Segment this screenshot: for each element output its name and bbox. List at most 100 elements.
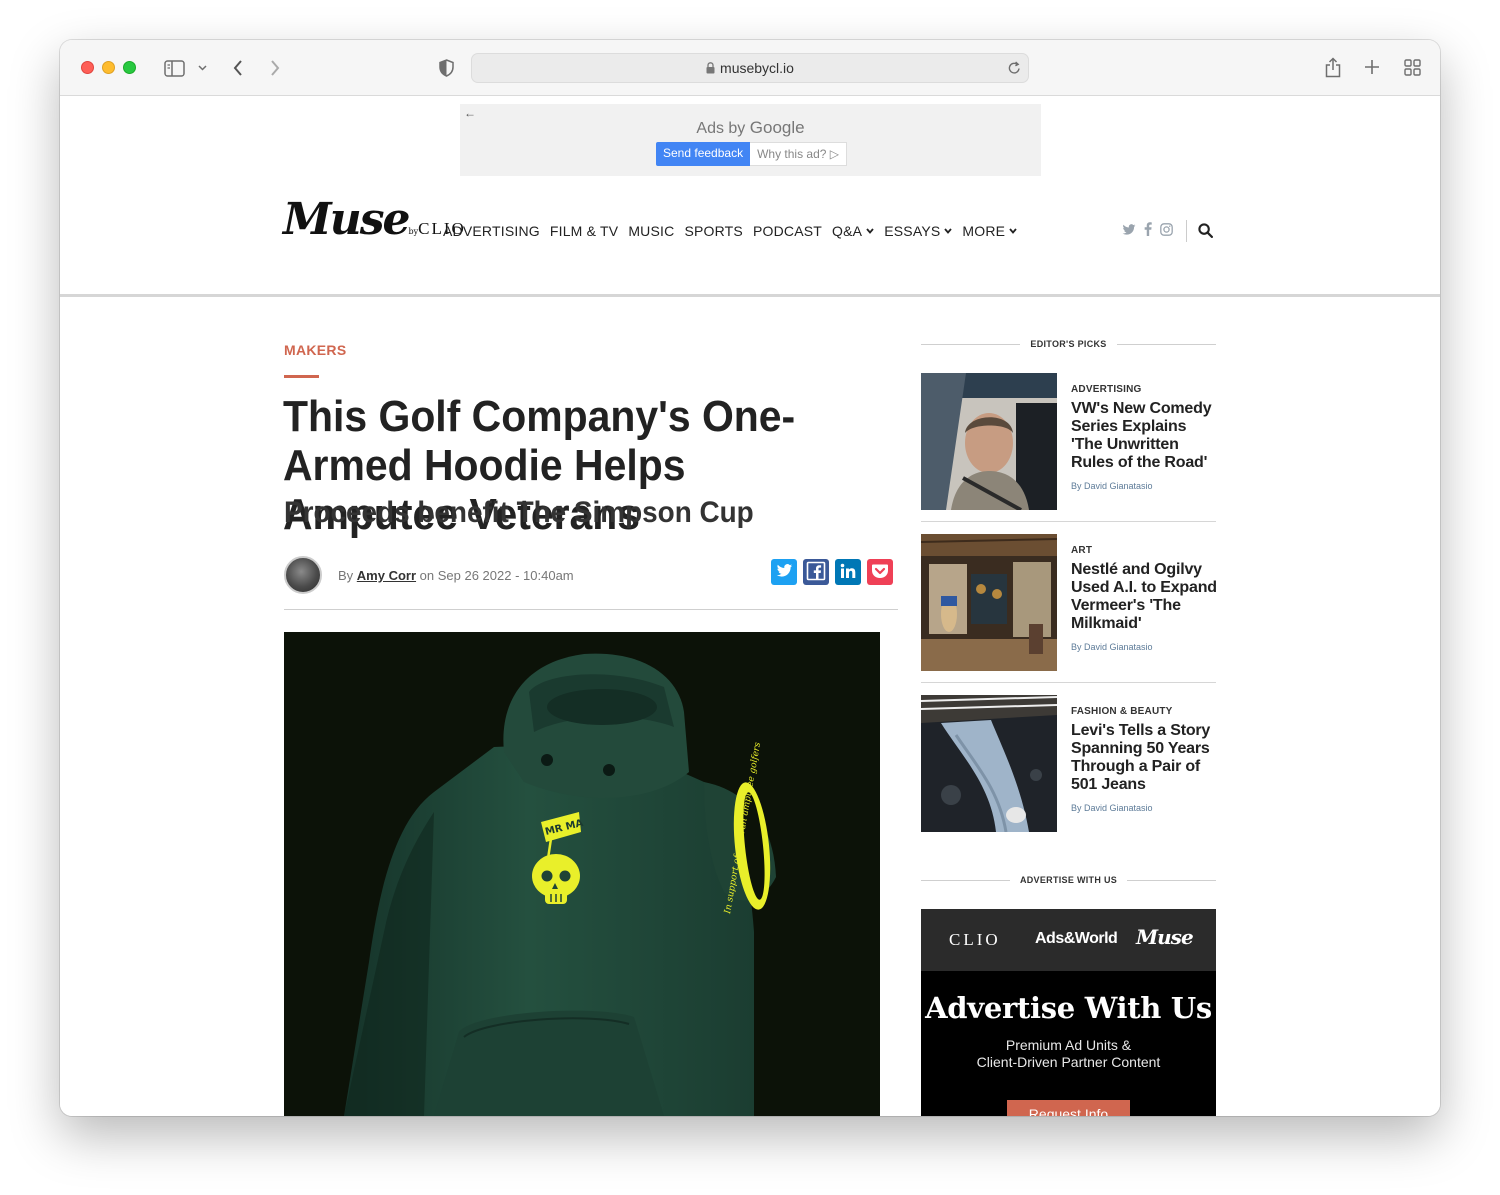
request-info-button[interactable]: Request Info	[1007, 1100, 1130, 1116]
nav-podcast[interactable]: PODCAST	[753, 223, 822, 239]
ad-title-prefix: Ads by	[696, 120, 746, 137]
article-byline: By Amy Corr on Sep 26 2022 - 10:40am	[338, 568, 574, 583]
send-feedback-button[interactable]: Send feedback	[656, 142, 751, 166]
author-avatar[interactable]	[284, 556, 322, 594]
facebook-icon[interactable]	[1144, 222, 1152, 239]
byline-divider	[284, 609, 898, 610]
pick-category[interactable]: ADVERTISING	[1071, 384, 1142, 395]
pick-title[interactable]: Nestlé and Ogilvy Used A.I. to Expand Ve…	[1071, 561, 1219, 633]
chevron-down-icon	[1009, 226, 1017, 236]
article-subhead: Proceeds benefit The Simpson Cup	[284, 496, 754, 529]
author-link[interactable]: Amy Corr	[357, 568, 416, 583]
nav-music[interactable]: MUSIC	[628, 223, 674, 239]
facebook-icon	[806, 561, 826, 584]
page-viewport: ← Ads by Google Send feedback Why this a…	[60, 96, 1440, 1116]
chevron-down-icon[interactable]	[196, 61, 208, 75]
advertise-label: ADVERTISE WITH US	[1019, 875, 1118, 885]
article-category[interactable]: MAKERS	[284, 342, 346, 358]
nav-label: SPORTS	[684, 223, 743, 239]
privacy-shield-icon[interactable]	[437, 57, 455, 79]
advertise-title: Advertise With Us	[925, 991, 1212, 1025]
pocket-icon	[871, 563, 889, 582]
advertise-brand-strip: CLIO Ads&World Muse	[921, 909, 1216, 971]
nav-advertising[interactable]: ADVERTISING	[443, 223, 540, 239]
chevron-down-icon	[866, 226, 874, 236]
byline-date: on Sep 26 2022 - 10:40am	[419, 568, 574, 583]
pick-thumbnail[interactable]	[921, 373, 1057, 510]
share-icon[interactable]	[1323, 55, 1343, 79]
zoom-window-button[interactable]	[123, 61, 136, 74]
pick-byline[interactable]: By David Gianatasio	[1071, 642, 1153, 652]
editors-pick-item[interactable]: ART Nestlé and Ogilvy Used A.I. to Expan…	[921, 534, 1219, 671]
social-links	[1122, 222, 1173, 239]
nav-label: ESSAYS	[884, 223, 941, 239]
forward-icon[interactable]	[267, 57, 283, 79]
advertise-heading: ADVERTISE WITH US	[921, 875, 1217, 885]
nav-more[interactable]: MORE	[962, 223, 1017, 239]
pick-category[interactable]: ART	[1071, 545, 1092, 556]
pick-title[interactable]: VW's New Comedy Series Explains 'The Unw…	[1071, 400, 1219, 472]
editors-pick-item[interactable]: ADVERTISING VW's New Comedy Series Expla…	[921, 373, 1216, 510]
tab-overview-icon[interactable]	[1402, 57, 1422, 77]
why-this-ad-button[interactable]: Why this ad? ▷	[750, 142, 847, 166]
pick-thumbnail[interactable]	[921, 695, 1057, 832]
advertise-subtitle: Premium Ad Units & Client-Driven Partner…	[921, 1037, 1216, 1071]
lock-icon	[706, 61, 715, 77]
nav-essays[interactable]: ESSAYS	[884, 223, 953, 239]
share-buttons	[771, 559, 893, 585]
nav-qa[interactable]: Q&A	[832, 223, 874, 239]
share-facebook-button[interactable]	[803, 559, 829, 585]
nav-label: PODCAST	[752, 223, 823, 239]
category-rule	[284, 375, 319, 378]
editors-picks-heading: EDITOR'S PICKS	[921, 339, 1216, 349]
close-window-button[interactable]	[81, 61, 94, 74]
nav-label: MUSIC	[628, 223, 675, 239]
pick-thumbnail[interactable]	[921, 534, 1057, 671]
pick-divider	[921, 682, 1216, 683]
address-bar-text: musebycl.io	[472, 60, 1028, 77]
twitter-icon	[776, 563, 793, 581]
nav-label: FILM & TV	[549, 223, 619, 239]
muse-by-clio-logo[interactable]: MusebyCLIO	[283, 194, 466, 245]
editors-picks-label: EDITOR'S PICKS	[1030, 339, 1107, 349]
twitter-icon[interactable]	[1122, 223, 1136, 239]
minimize-window-button[interactable]	[102, 61, 115, 74]
sidebar-toggle-icon[interactable]	[163, 58, 185, 78]
address-bar[interactable]: musebycl.io	[471, 53, 1029, 83]
share-linkedin-button[interactable]	[835, 559, 861, 585]
browser-toolbar: musebycl.io	[60, 40, 1440, 96]
chevron-down-icon	[944, 226, 953, 236]
main-nav: ADVERTISING FILM & TV MUSIC SPORTS PODCA…	[443, 223, 1027, 239]
advertise-with-us-banner[interactable]: CLIO Ads&World Muse Advertise With Us Pr…	[921, 909, 1216, 1116]
hero-image[interactable]: In support of veteran amputee golfers MR…	[284, 632, 880, 1116]
logo-by: by	[408, 227, 419, 236]
new-tab-icon[interactable]	[1362, 57, 1382, 77]
editors-pick-item[interactable]: FASHION & BEAUTY Levi's Tells a Story Sp…	[921, 695, 1216, 832]
nav-label: MORE	[962, 223, 1006, 239]
site-header: MusebyCLIO ADVERTISING FILM & TV MUSIC S…	[60, 186, 1440, 297]
share-pocket-button[interactable]	[867, 559, 893, 585]
reload-icon[interactable]	[1006, 60, 1022, 76]
clio-brand: CLIO	[949, 930, 1001, 949]
pick-divider	[921, 521, 1216, 522]
pick-category[interactable]: FASHION & BEAUTY	[1071, 706, 1173, 717]
byline-prefix: By	[338, 568, 354, 583]
pick-byline[interactable]: By David Gianatasio	[1071, 481, 1153, 491]
adsworld-brand: Ads&World	[1035, 930, 1118, 947]
pick-byline[interactable]: By David Gianatasio	[1071, 803, 1153, 813]
ad-title-brand: Google	[749, 118, 805, 137]
instagram-icon[interactable]	[1160, 222, 1173, 239]
nav-film-tv[interactable]: FILM & TV	[550, 223, 618, 239]
advertise-sub-line: Premium Ad Units &	[1005, 1037, 1132, 1053]
share-twitter-button[interactable]	[771, 559, 797, 585]
search-icon[interactable]	[1198, 223, 1214, 243]
nav-label: Q&A	[832, 223, 863, 239]
ads-by-google-label: Ads by Google	[460, 118, 1041, 138]
logo-muse: Muse	[283, 194, 410, 245]
google-ad-banner: ← Ads by Google Send feedback Why this a…	[460, 104, 1041, 176]
header-divider	[1186, 220, 1187, 242]
back-icon[interactable]	[230, 57, 246, 79]
linkedin-icon	[839, 562, 857, 583]
pick-title[interactable]: Levi's Tells a Story Spanning 50 Years T…	[1071, 722, 1219, 794]
nav-sports[interactable]: SPORTS	[684, 223, 743, 239]
